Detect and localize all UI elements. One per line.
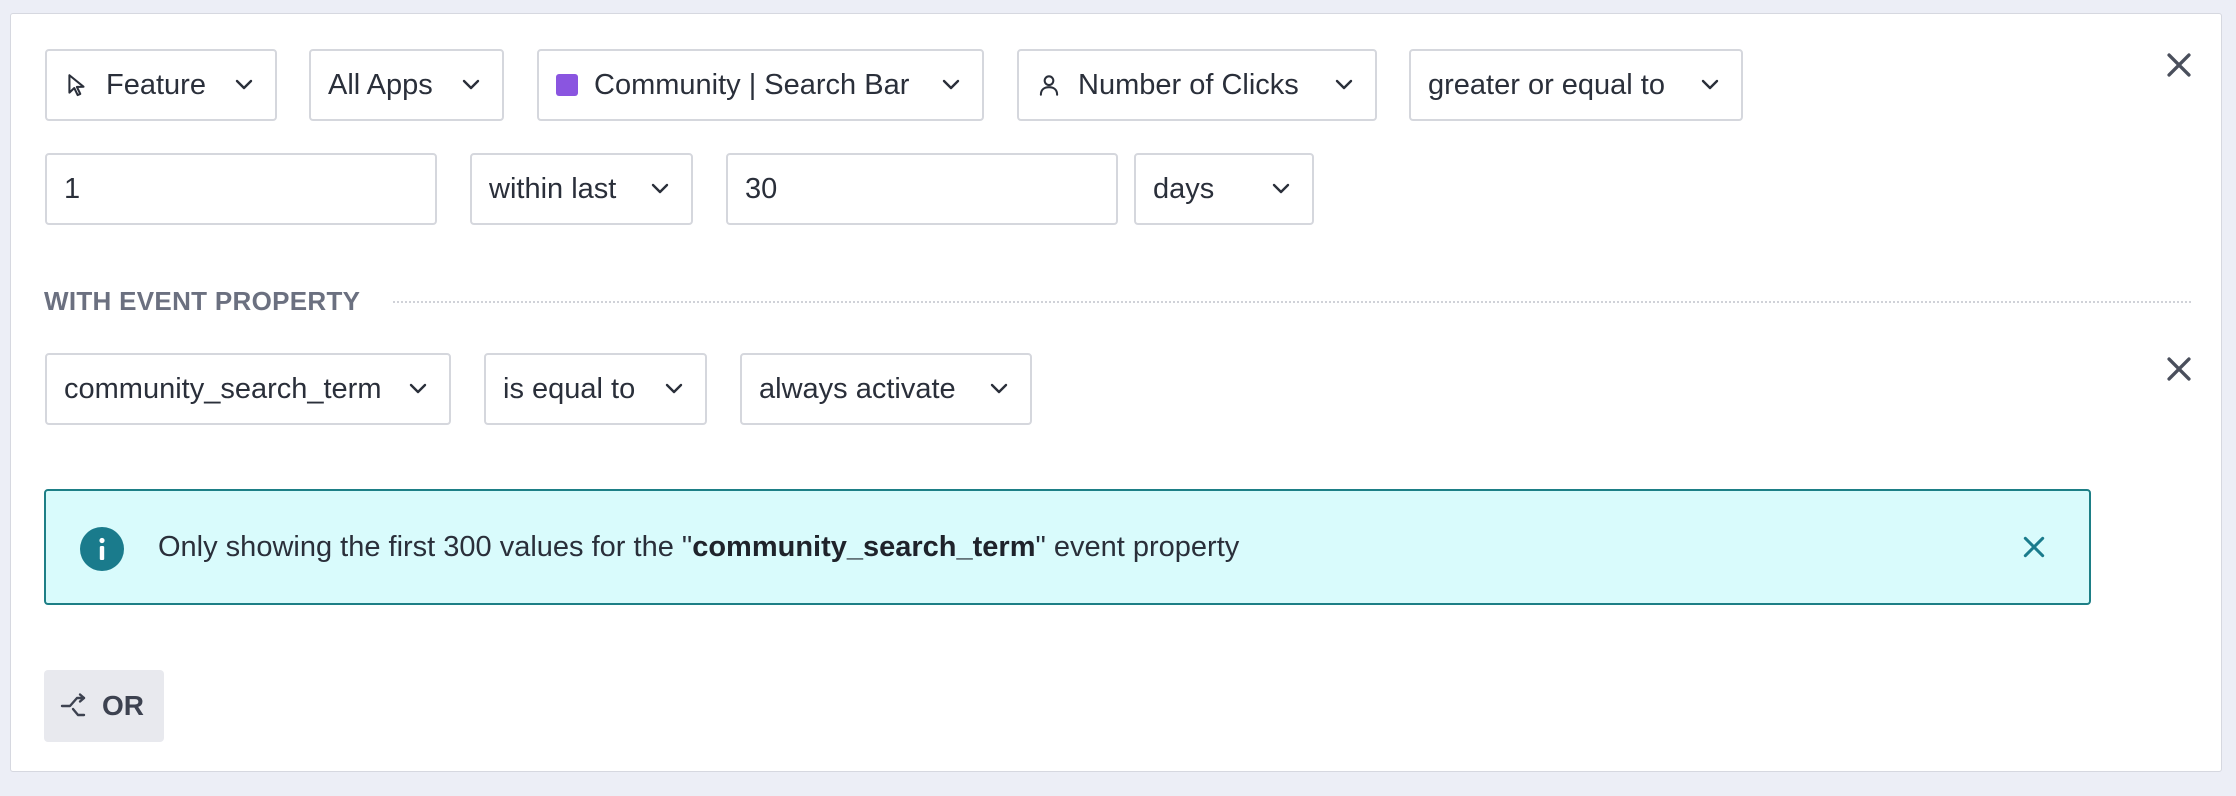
chevron-down-icon [1272, 183, 1290, 194]
info-banner-message: Only showing the first 300 values for th… [158, 491, 1239, 603]
remove-condition-close-icon[interactable] [2162, 48, 2196, 82]
property-operator-label: is equal to [503, 372, 636, 405]
chevron-down-icon [235, 79, 253, 90]
chevron-down-icon [665, 383, 683, 394]
time-amount-input[interactable] [726, 153, 1118, 225]
remove-property-close-icon[interactable] [2162, 352, 2196, 386]
time-mode-label: within last [489, 172, 617, 205]
info-banner: Only showing the first 300 values for th… [44, 489, 2091, 605]
comparator-label: greater or equal to [1428, 68, 1665, 101]
user-icon [1039, 75, 1059, 96]
banner-suffix: " event property [1035, 531, 1240, 563]
comparator-dropdown[interactable]: greater or equal to [1409, 49, 1743, 121]
property-value-dropdown[interactable]: always activate [740, 353, 1032, 425]
event-property-dropdown[interactable]: community_search_term [45, 353, 451, 425]
chevron-down-icon [409, 383, 427, 394]
dismiss-banner-close-icon[interactable] [2021, 534, 2047, 560]
event-property-label: community_search_term [64, 372, 382, 405]
metric-label: Number of Clicks [1078, 68, 1299, 101]
event-property-section-title: WITH EVENT PROPERTY [44, 286, 361, 316]
property-value-label: always activate [759, 372, 956, 405]
chevron-down-icon [990, 383, 1008, 394]
property-operator-dropdown[interactable]: is equal to [484, 353, 707, 425]
chevron-down-icon [462, 79, 480, 90]
chevron-down-icon [1701, 79, 1719, 90]
feature-type-dropdown[interactable]: Feature [45, 49, 277, 121]
or-button-label: OR [102, 690, 144, 721]
feature-type-label: Feature [106, 68, 206, 101]
section-divider [393, 301, 2191, 303]
feature-color-swatch [556, 74, 578, 96]
info-circle-icon [80, 527, 124, 571]
chevron-down-icon [942, 79, 960, 90]
metric-dropdown[interactable]: Number of Clicks [1017, 49, 1377, 121]
time-unit-label: days [1153, 172, 1215, 205]
app-scope-dropdown[interactable]: All Apps [309, 49, 504, 121]
condition-panel: Feature All Apps Community | Search Bar … [10, 13, 2222, 772]
branch-split-icon [60, 693, 86, 717]
or-button[interactable]: OR [44, 670, 164, 742]
feature-name-label: Community | Search Bar [594, 68, 910, 101]
count-input[interactable] [45, 153, 437, 225]
time-mode-dropdown[interactable]: within last [470, 153, 693, 225]
banner-property-name: community_search_term [692, 531, 1036, 563]
chevron-down-icon [1335, 79, 1353, 90]
chevron-down-icon [651, 183, 669, 194]
feature-name-dropdown[interactable]: Community | Search Bar [537, 49, 984, 121]
cursor-pointer-icon [68, 74, 85, 97]
time-unit-dropdown[interactable]: days [1134, 153, 1314, 225]
app-scope-label: All Apps [328, 68, 433, 101]
banner-prefix: Only showing the first 300 values for th… [158, 531, 693, 563]
